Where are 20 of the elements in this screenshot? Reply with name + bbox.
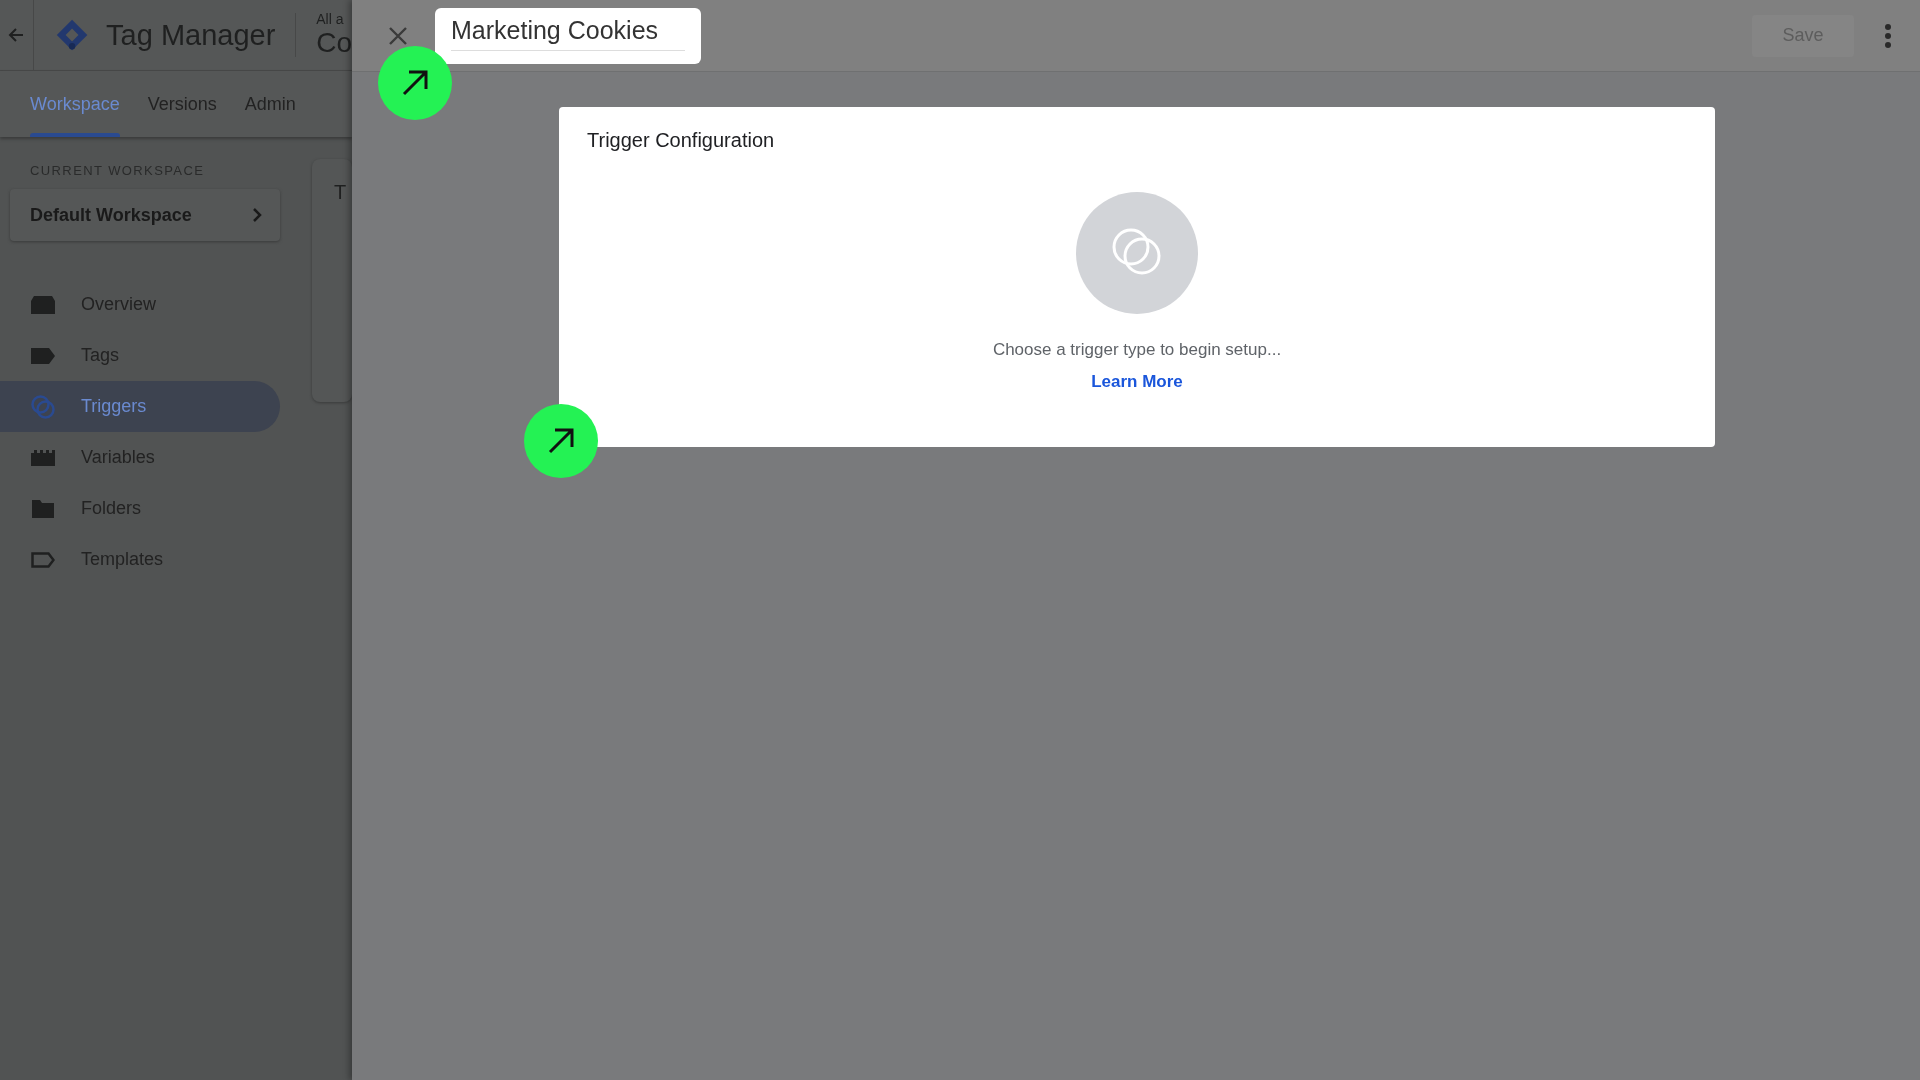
sidebar-item[interactable]: Triggers (0, 381, 280, 432)
overview-icon (31, 295, 55, 314)
close-icon (388, 25, 408, 46)
chevron-right-icon (252, 207, 262, 223)
arrow-badge-icon (524, 404, 598, 478)
tag-icon (31, 347, 55, 364)
nav-tab[interactable]: Workspace (18, 71, 132, 137)
triggers-icon (31, 394, 55, 419)
back-arrow-icon[interactable] (8, 27, 25, 43)
folder-icon (32, 499, 54, 518)
learn-more-link[interactable]: Learn More (1091, 372, 1183, 392)
workspace-selector[interactable]: Default Workspace (10, 189, 280, 241)
tag-outline-icon (31, 551, 55, 568)
arrow-badge-icon (378, 46, 452, 120)
trigger-configuration-card[interactable]: Trigger Configuration Choose a trigger type to begin setup... Learn More (559, 107, 1715, 447)
blocks-icon (31, 449, 55, 466)
card-title: Trigger Configuration (587, 129, 775, 152)
more-options-icon[interactable] (1884, 22, 1892, 49)
trigger-name-field[interactable]: Marketing Cookies (435, 7, 701, 64)
hint-text: Choose a trigger type to begin setup... (992, 340, 1282, 360)
